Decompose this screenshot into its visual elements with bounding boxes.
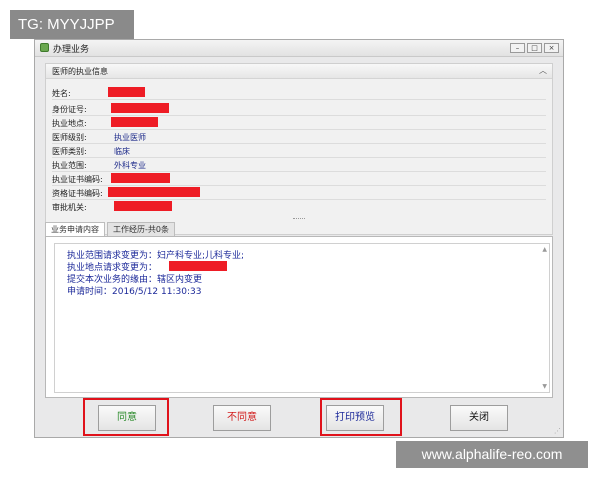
window-title: 办理业务 xyxy=(53,45,90,55)
row-label: 姓名: xyxy=(52,89,71,98)
info-row-level: 医师级别: 执业医师 xyxy=(52,130,546,144)
row-label: 资格证书编码: xyxy=(52,189,103,198)
info-row-id-number: 身份证号: xyxy=(52,102,546,116)
app-icon xyxy=(40,43,49,52)
tab-work-history[interactable]: 工作经历-共0条 xyxy=(107,222,175,236)
close-button[interactable]: 关闭 xyxy=(450,405,508,431)
row-value: 执业医师 xyxy=(114,133,146,142)
row-label: 审批机关: xyxy=(52,203,87,212)
redaction-box xyxy=(169,261,227,271)
scroll-up-icon[interactable]: ▲ xyxy=(542,246,547,253)
tab-application-content[interactable]: 业务申请内容 xyxy=(45,222,105,237)
info-row-name: 姓名: xyxy=(52,86,546,100)
maximize-button[interactable]: □ xyxy=(527,43,542,53)
splitter-handle[interactable] xyxy=(293,218,305,221)
resize-grip-icon[interactable]: ⋰ xyxy=(554,427,561,435)
tab-panel: 执业范围请求变更为：妇产科专业;儿科专业; 执业地点请求变更为： 提交本次业务的… xyxy=(45,236,553,398)
row-label: 执业地点: xyxy=(52,119,87,128)
business-window: 办理业务 – □ × 医师的执业信息 ︿ 姓名: 身份证号: 执业地点: 医师级… xyxy=(34,39,564,438)
row-label: 身份证号: xyxy=(52,105,87,114)
row-label: 执业证书编码: xyxy=(52,175,103,184)
info-row-license-code: 执业证书编码: xyxy=(52,172,546,186)
row-label: 执业范围: xyxy=(52,161,87,170)
highlight-box-print xyxy=(320,398,402,436)
window-controls: – □ × xyxy=(510,43,559,53)
redaction-box xyxy=(108,87,145,97)
close-window-button[interactable]: × xyxy=(544,43,559,53)
doctor-info-group: 医师的执业信息 ︿ 姓名: 身份证号: 执业地点: 医师级别: 执业医师 医师类… xyxy=(45,63,553,235)
row-value: 临床 xyxy=(114,147,130,156)
redaction-box xyxy=(111,117,158,127)
row-label: 医师类别: xyxy=(52,147,87,156)
collapse-icon[interactable]: ︿ xyxy=(539,65,547,76)
watermark-tag: TG: MYYJJPP xyxy=(10,10,134,39)
title-bar[interactable]: 办理业务 – □ × xyxy=(35,40,563,57)
info-row-category: 医师类别: 临床 xyxy=(52,144,546,158)
minimize-button[interactable]: – xyxy=(510,43,525,53)
row-value: 外科专业 xyxy=(114,161,146,170)
info-row-practice-location: 执业地点: xyxy=(52,116,546,130)
row-label: 医师级别: xyxy=(52,133,87,142)
application-content-box[interactable]: 执业范围请求变更为：妇产科专业;儿科专业; 执业地点请求变更为： 提交本次业务的… xyxy=(54,243,550,393)
watermark-site: www.alphalife-reo.com xyxy=(396,441,588,468)
redaction-box xyxy=(111,103,169,113)
highlight-box-agree xyxy=(83,398,169,436)
info-row-qualification-code: 资格证书编码: xyxy=(52,186,546,200)
scroll-down-icon[interactable]: ▼ xyxy=(542,383,547,390)
info-row-approval-authority: 审批机关: xyxy=(52,200,546,213)
redaction-box xyxy=(114,201,172,211)
disagree-button[interactable]: 不同意 xyxy=(213,405,271,431)
tab-bar: 业务申请内容 工作经历-共0条 xyxy=(45,222,177,237)
content-line: 申请时间：2016/5/12 11:30:33 xyxy=(67,287,202,297)
redaction-box xyxy=(111,173,170,183)
group-title: 医师的执业信息 xyxy=(52,67,108,76)
info-row-scope: 执业范围: 外科专业 xyxy=(52,158,546,172)
group-header[interactable]: 医师的执业信息 ︿ xyxy=(46,64,552,79)
redaction-box xyxy=(108,187,200,197)
